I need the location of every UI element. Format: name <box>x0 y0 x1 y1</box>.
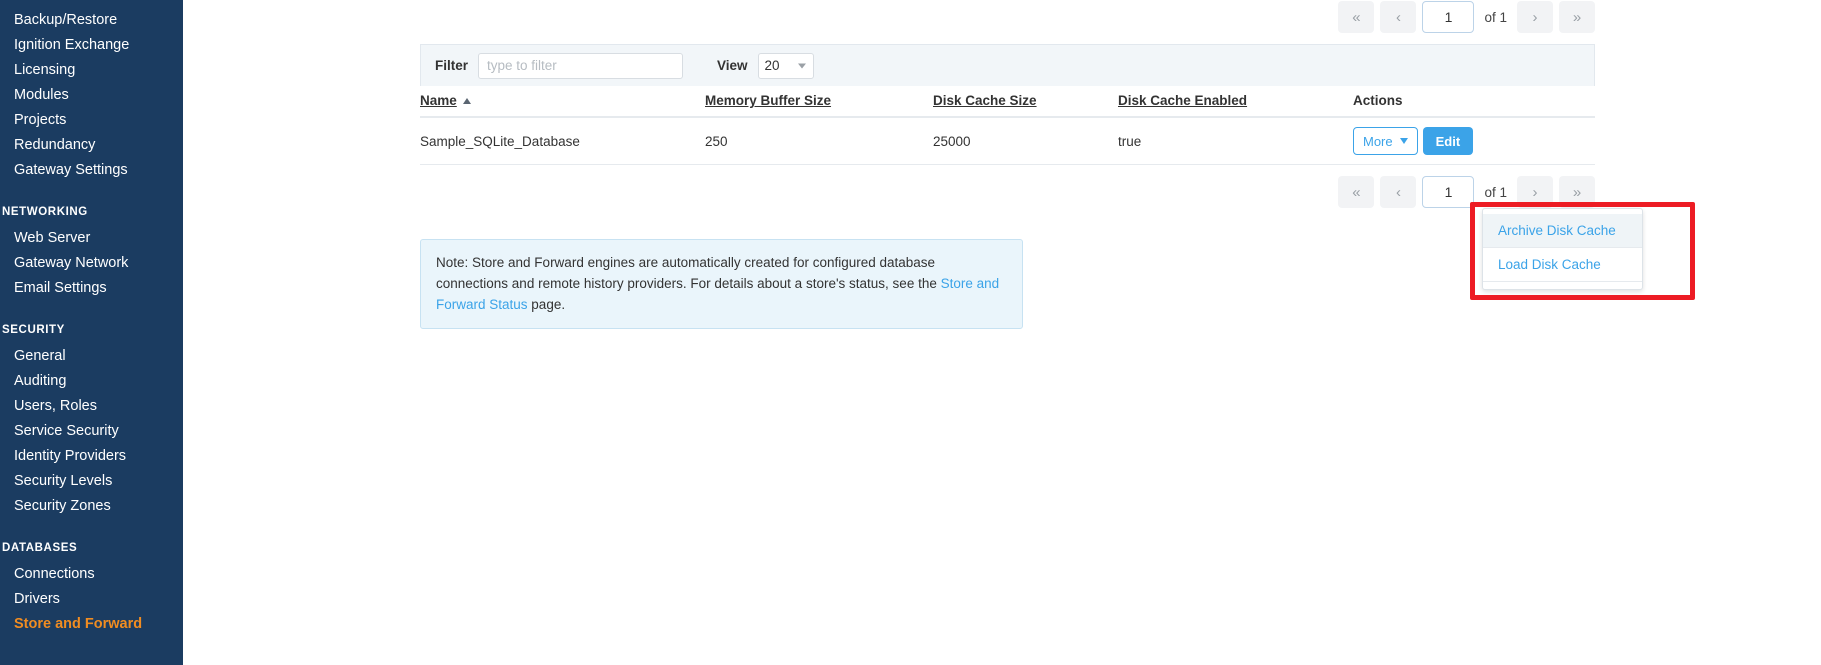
pagination-page-input[interactable] <box>1422 1 1475 33</box>
store-and-forward-panel: « ‹ of 1 › » Filter View 20 <box>420 0 1595 329</box>
sidebar-item-label: Connections <box>14 566 95 583</box>
edit-button[interactable]: Edit <box>1422 127 1474 155</box>
sidebar-item-label: Projects <box>14 112 67 129</box>
sidebar-item-auditing[interactable]: Auditing <box>0 369 183 394</box>
sidebar-item-label: Licensing <box>14 62 76 79</box>
more-dropdown-menu: Archive Disk Cache Load Disk Cache <box>1482 208 1643 290</box>
note-text-after-link: page. <box>527 297 566 312</box>
pagination-first-button[interactable]: « <box>1338 1 1375 33</box>
sidebar-item-label: Drivers <box>14 591 60 608</box>
store-and-forward-table: Name Memory Buffer Size Disk Cache Size … <box>420 86 1595 165</box>
sidebar-item-licensing[interactable]: Licensing <box>0 58 183 83</box>
sidebar-item-connections[interactable]: Connections <box>0 562 183 587</box>
pagination-next-button[interactable]: › <box>1517 1 1553 33</box>
more-dropdown-button[interactable]: More <box>1353 127 1418 155</box>
pagination-total-label: of 1 <box>1484 184 1507 200</box>
sidebar-item-drivers[interactable]: Drivers <box>0 587 183 612</box>
view-label: View <box>717 58 748 73</box>
column-header-disk-cache-size[interactable]: Disk Cache Size <box>933 86 1118 118</box>
sidebar-item-label: Gateway Network <box>14 255 129 272</box>
filter-label: Filter <box>435 58 469 73</box>
info-note: Note: Store and Forward engines are auto… <box>420 239 1023 329</box>
sidebar-item-email-settings[interactable]: Email Settings <box>0 276 183 301</box>
sidebar-section-networking: NETWORKING <box>2 206 88 218</box>
main-content: « ‹ of 1 › » Filter View 20 <box>183 0 1821 665</box>
sidebar-item-label: Users, Roles <box>14 398 97 415</box>
column-header-label: Actions <box>1353 93 1403 108</box>
column-header-label: Disk Cache Enabled <box>1118 93 1248 108</box>
note-text-before-link: Note: Store and Forward engines are auto… <box>436 255 941 291</box>
pagination-last-button[interactable]: » <box>1559 1 1595 33</box>
filter-bar: Filter View 20 <box>420 44 1595 86</box>
sidebar-item-redundancy[interactable]: Redundancy <box>0 133 183 158</box>
sidebar-item-label: Identity Providers <box>14 448 127 465</box>
sidebar-item-security-levels[interactable]: Security Levels <box>0 469 183 494</box>
cell-disk-cache-size: 25000 <box>933 117 1118 165</box>
pagination-first-button[interactable]: « <box>1338 176 1375 208</box>
sidebar-item-security-zones[interactable]: Security Zones <box>0 494 183 519</box>
sidebar-item-service-security[interactable]: Service Security <box>0 419 183 444</box>
sidebar-item-label: Modules <box>14 87 69 104</box>
pagination-bottom: « ‹ of 1 › » <box>420 175 1595 209</box>
sidebar-item-label: Email Settings <box>14 280 107 297</box>
cell-actions: More Edit <box>1353 117 1595 165</box>
sidebar-item-web-server[interactable]: Web Server <box>0 226 183 251</box>
sidebar-section-databases: DATABASES <box>2 542 78 554</box>
sidebar-item-label: General <box>14 348 66 365</box>
sidebar-item-label: Auditing <box>14 373 67 390</box>
pagination-prev-button[interactable]: ‹ <box>1380 1 1417 33</box>
chevron-down-icon <box>797 63 806 68</box>
sidebar-item-label: Security Zones <box>14 498 111 515</box>
sidebar-item-modules[interactable]: Modules <box>0 83 183 108</box>
column-header-name[interactable]: Name <box>420 86 705 118</box>
sidebar-item-label: Gateway Settings <box>14 162 128 179</box>
sidebar-item-projects[interactable]: Projects <box>0 108 183 133</box>
dropdown-item-load-disk-cache[interactable]: Load Disk Cache <box>1483 248 1642 281</box>
view-count-select[interactable]: 20 <box>757 52 814 79</box>
column-header-label: Name <box>420 93 457 108</box>
pagination-prev-button[interactable]: ‹ <box>1380 176 1417 208</box>
pagination-last-button[interactable]: » <box>1559 176 1595 208</box>
sidebar-section-security: SECURITY <box>2 324 65 336</box>
sidebar-item-backup-restore[interactable]: Backup/Restore <box>0 8 183 33</box>
page-root: Backup/Restore Ignition Exchange Licensi… <box>0 0 1821 665</box>
sidebar-item-identity-providers[interactable]: Identity Providers <box>0 444 183 469</box>
sidebar-item-gateway-network[interactable]: Gateway Network <box>0 251 183 276</box>
table-header-row: Name Memory Buffer Size Disk Cache Size … <box>420 86 1595 118</box>
column-header-actions: Actions <box>1353 86 1595 118</box>
sidebar-item-label: Security Levels <box>14 473 113 490</box>
dropdown-separator <box>1483 281 1642 282</box>
filter-input[interactable] <box>478 52 684 79</box>
column-header-memory-buffer-size[interactable]: Memory Buffer Size <box>705 86 933 118</box>
pagination-next-button[interactable]: › <box>1517 176 1553 208</box>
sidebar-item-gateway-settings[interactable]: Gateway Settings <box>0 158 183 183</box>
sidebar-item-label: Store and Forward <box>14 616 143 633</box>
column-header-label: Disk Cache Size <box>933 93 1037 108</box>
pagination-page-input[interactable] <box>1422 176 1475 208</box>
cell-memory-buffer-size: 250 <box>705 117 933 165</box>
sidebar-item-users-roles[interactable]: Users, Roles <box>0 394 183 419</box>
sidebar-item-label: Web Server <box>14 230 91 247</box>
more-button-label: More <box>1363 133 1393 149</box>
sidebar-item-ignition-exchange[interactable]: Ignition Exchange <box>0 33 183 58</box>
sidebar-item-store-and-forward[interactable]: Store and Forward <box>0 612 183 637</box>
chevron-down-icon <box>1399 138 1408 144</box>
column-header-disk-cache-enabled[interactable]: Disk Cache Enabled <box>1118 86 1353 118</box>
sidebar-item-label: Backup/Restore <box>14 12 118 29</box>
sort-ascending-icon <box>462 98 471 105</box>
sidebar-nav: Backup/Restore Ignition Exchange Licensi… <box>0 0 183 665</box>
view-count-value: 20 <box>764 58 780 73</box>
table-row: Sample_SQLite_Database 250 25000 true Mo… <box>420 117 1595 165</box>
dropdown-item-archive-disk-cache[interactable]: Archive Disk Cache <box>1483 214 1642 247</box>
sidebar-item-label: Service Security <box>14 423 119 440</box>
cell-disk-cache-enabled: true <box>1118 117 1353 165</box>
sidebar-item-label: Redundancy <box>14 137 96 154</box>
sidebar-item-label: Ignition Exchange <box>14 37 130 54</box>
cell-name: Sample_SQLite_Database <box>420 117 705 165</box>
pagination-total-label: of 1 <box>1484 9 1507 25</box>
column-header-label: Memory Buffer Size <box>705 93 832 108</box>
pagination-top: « ‹ of 1 › » <box>420 0 1595 34</box>
sidebar-item-general[interactable]: General <box>0 344 183 369</box>
